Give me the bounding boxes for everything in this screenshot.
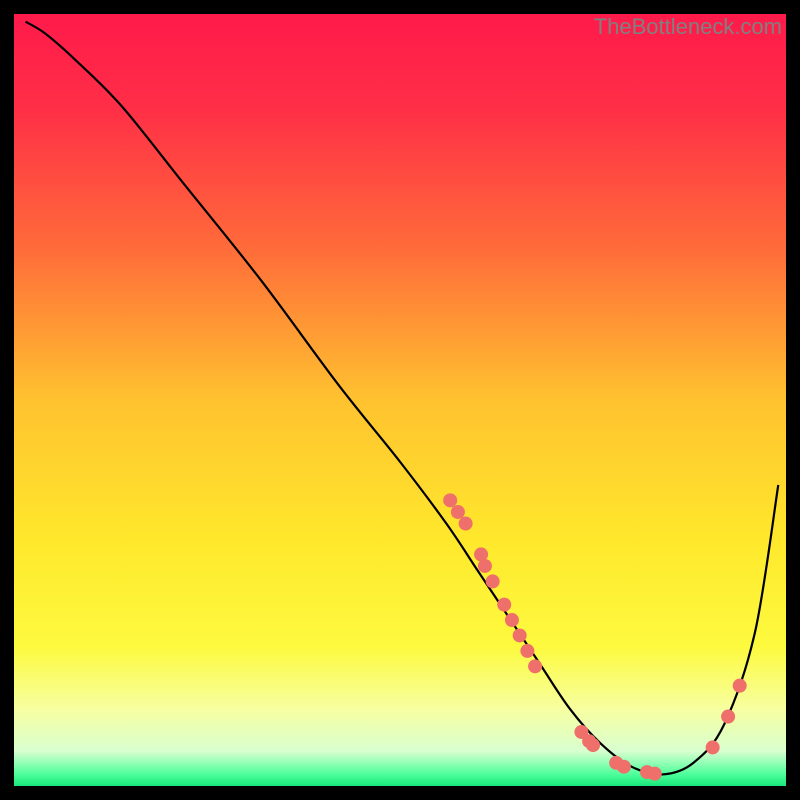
watermark-text: TheBottleneck.com — [594, 14, 782, 40]
scatter-point — [497, 598, 511, 612]
gradient-background — [14, 14, 786, 786]
scatter-point — [648, 767, 662, 781]
scatter-point — [586, 738, 600, 752]
scatter-point — [513, 628, 527, 642]
scatter-point — [721, 710, 735, 724]
scatter-point — [486, 574, 500, 588]
scatter-point — [520, 644, 534, 658]
scatter-point — [459, 517, 473, 531]
scatter-point — [617, 760, 631, 774]
scatter-point — [528, 659, 542, 673]
scatter-point — [706, 740, 720, 754]
scatter-point — [443, 493, 457, 507]
scatter-point — [505, 613, 519, 627]
scatter-point — [451, 505, 465, 519]
scatter-point — [733, 679, 747, 693]
scatter-point — [478, 559, 492, 573]
bottleneck-chart — [14, 14, 786, 786]
chart-frame: TheBottleneck.com — [14, 14, 786, 786]
